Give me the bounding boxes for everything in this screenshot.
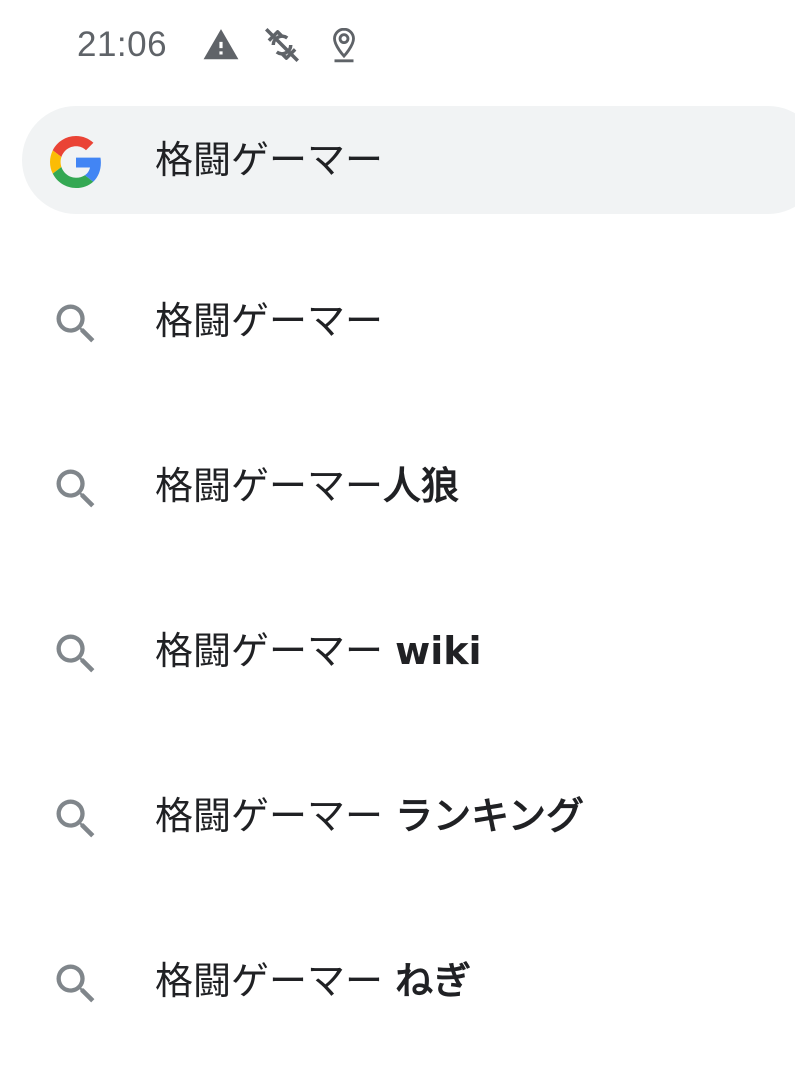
status-bar: 21:06 [0,0,795,90]
search-icon [50,463,102,515]
search-icon [50,628,102,680]
suggestion-base-text: 格闘ゲーマー [155,464,384,508]
suggestion-base-text: 格闘ゲーマー [155,794,396,838]
suggestion-label: 格闘ゲーマー [155,295,383,347]
sync-disabled-icon [261,24,303,66]
search-input[interactable]: 格闘ゲーマー [155,134,383,186]
status-time: 21:06 [77,25,168,64]
suggestion-item[interactable]: 格闘ゲーマー wiki [0,570,795,735]
suggestion-item[interactable]: 格闘ゲーマー ランキング [0,735,795,900]
search-icon [50,958,102,1010]
search-icon [50,793,102,845]
suggestion-list: 格闘ゲーマー 格闘ゲーマー人狼 格闘ゲーマー wiki 格闘ゲーマー ランキング… [0,240,795,1065]
search-icon [50,298,102,350]
google-g-icon[interactable] [50,136,102,188]
suggestion-completion-text: ねぎ [395,959,472,1003]
suggestion-item[interactable]: 格闘ゲーマー人狼 [0,405,795,570]
suggestion-label: 格闘ゲーマー wiki [155,625,482,677]
suggestion-completion-text: wiki [395,629,482,673]
search-bar[interactable]: 格闘ゲーマー [22,106,795,214]
location-icon [325,26,363,64]
warning-icon [202,26,240,64]
suggestion-label: 格闘ゲーマー人狼 [155,460,459,512]
suggestion-base-text: 格闘ゲーマー [155,629,396,673]
suggestion-item[interactable]: 格闘ゲーマー [0,240,795,405]
suggestion-item[interactable]: 格闘ゲーマー ねぎ [0,900,795,1065]
suggestion-label: 格闘ゲーマー ねぎ [155,955,471,1007]
suggestion-base-text: 格闘ゲーマー [155,959,396,1003]
suggestion-completion-text: 人狼 [383,464,460,508]
suggestion-base-text: 格闘ゲーマー [155,299,384,343]
suggestion-label: 格闘ゲーマー ランキング [155,790,584,842]
suggestion-completion-text: ランキング [395,794,584,838]
